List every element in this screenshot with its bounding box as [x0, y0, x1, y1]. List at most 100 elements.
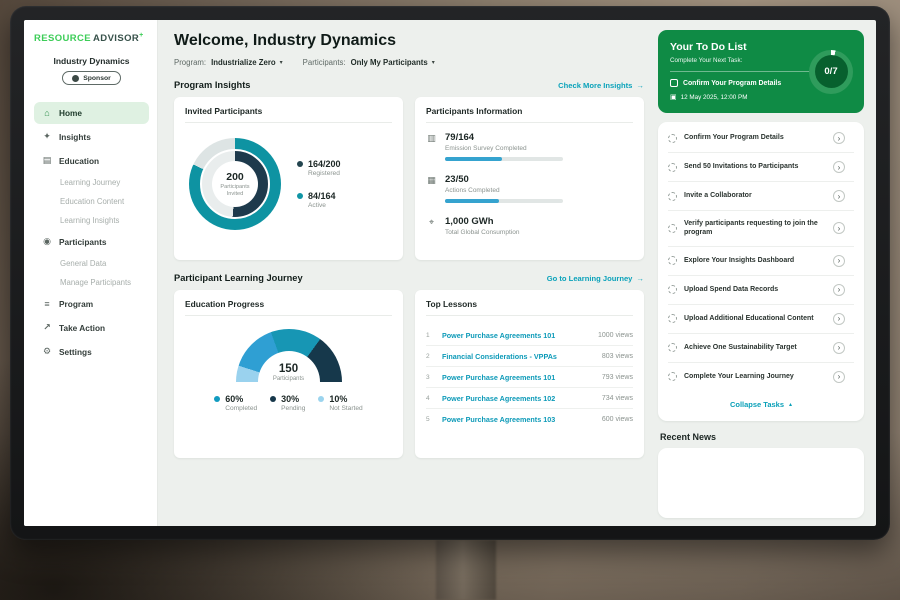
collapse-tasks-button[interactable]: Collapse Tasks ▴: [668, 391, 854, 419]
chevron-right-icon[interactable]: ›: [833, 284, 845, 296]
task-row-achieve-target[interactable]: Achieve One Sustainability Target ›: [668, 334, 854, 363]
sidebar-item-learning-insights[interactable]: Learning Insights: [34, 211, 149, 230]
lesson-link[interactable]: Power Purchase Agreements 102: [442, 394, 594, 403]
task-row-explore-insights[interactable]: Explore Your Insights Dashboard ›: [668, 247, 854, 276]
book-icon: ▤: [42, 155, 52, 166]
invited-participants-donut-chart: 200 Participants Invited: [189, 138, 281, 230]
chevron-right-icon[interactable]: ›: [833, 222, 845, 234]
completed-legend-dot: [214, 396, 220, 402]
lesson-row: 5 Power Purchase Agreements 103 600 view…: [426, 409, 633, 429]
donut-center-label: Participants Invited: [216, 184, 254, 198]
task-row-verify-participants[interactable]: Verify participants requesting to join t…: [668, 211, 854, 247]
sidebar-item-insights[interactable]: ✦ Insights: [34, 126, 149, 148]
task-label: Confirm Your Program Details: [684, 133, 826, 142]
todo-subtitle: Complete Your Next Task:: [670, 57, 818, 64]
sponsor-badge[interactable]: Sponsor: [62, 71, 121, 85]
next-task-due: 12 May 2025, 12:00 PM: [681, 94, 748, 101]
lesson-views: 803 views: [602, 353, 633, 360]
pending-label: Pending: [281, 405, 305, 412]
emission-survey-row: ▥ 79/164 Emission Survey Completed: [426, 132, 633, 161]
collapse-tasks-label: Collapse Tasks: [730, 400, 784, 409]
list-icon: ≡: [42, 299, 52, 309]
go-to-learning-journey-link[interactable]: Go to Learning Journey →: [547, 274, 644, 283]
task-row-complete-learning-journey[interactable]: Complete Your Learning Journey ›: [668, 363, 854, 391]
lesson-link[interactable]: Power Purchase Agreements 101: [442, 373, 594, 382]
lesson-link[interactable]: Power Purchase Agreements 101: [442, 331, 590, 340]
active-legend-item: 84/164 Active: [297, 191, 341, 209]
program-select-value: Industrialize Zero: [211, 58, 276, 67]
chevron-right-icon[interactable]: ›: [833, 190, 845, 202]
next-task-label: Confirm Your Program Details: [683, 80, 781, 87]
invited-participants-card: Invited Participants 200 Participants In…: [174, 97, 403, 260]
task-row-upload-educational-content[interactable]: Upload Additional Educational Content ›: [668, 305, 854, 334]
sidebar-item-label: Take Action: [59, 323, 105, 333]
page-title: Welcome, Industry Dynamics: [174, 32, 644, 50]
task-status-icon: [668, 314, 677, 323]
arrow-right-icon: →: [636, 81, 644, 90]
task-row-send-invitations[interactable]: Send 50 Invitations to Participants ›: [668, 153, 854, 182]
sidebar-item-take-action[interactable]: ↗ Take Action: [34, 317, 149, 339]
go-to-learning-journey-label: Go to Learning Journey: [547, 274, 633, 283]
chevron-right-icon[interactable]: ›: [833, 371, 845, 383]
chevron-right-icon[interactable]: ›: [833, 255, 845, 267]
task-row-confirm-program[interactable]: Confirm Your Program Details ›: [668, 124, 854, 153]
next-task-due-row: ▣ 12 May 2025, 12:00 PM: [670, 93, 818, 101]
monitor-stand: [436, 540, 496, 600]
sidebar-item-participants[interactable]: ◉ Participants: [34, 231, 149, 253]
chevron-right-icon[interactable]: ›: [833, 161, 845, 173]
todo-progress-value: 0/7: [815, 55, 848, 88]
participants-select-value: Only My Participants: [351, 58, 428, 67]
sidebar-item-home[interactable]: ⌂ Home: [34, 102, 149, 124]
program-select[interactable]: Industrialize Zero ▾: [211, 58, 283, 67]
chevron-right-icon[interactable]: ›: [833, 313, 845, 325]
content-area: Welcome, Industry Dynamics Program: Indu…: [158, 20, 876, 526]
education-progress-card: Education Progress 150 Participants: [174, 290, 403, 458]
emission-survey-label: Emission Survey Completed: [445, 145, 563, 152]
actions-completed-label: Actions Completed: [445, 187, 563, 194]
lesson-link[interactable]: Financial Considerations - VPPAs: [442, 352, 594, 361]
brand-advisor: ADVISOR: [93, 33, 139, 44]
task-status-icon: [668, 256, 677, 265]
sidebar-item-general-data[interactable]: General Data: [34, 254, 149, 273]
task-label: Achieve One Sustainability Target: [684, 343, 826, 352]
sidebar-item-education-content[interactable]: Education Content: [34, 192, 149, 211]
lesson-rank: 2: [426, 353, 434, 360]
lesson-views: 734 views: [602, 395, 633, 402]
sidebar-item-manage-participants[interactable]: Manage Participants: [34, 273, 149, 292]
top-lessons-card-title: Top Lessons: [426, 299, 633, 316]
lesson-link[interactable]: Power Purchase Agreements 103: [442, 415, 594, 424]
not-started-value: 10%: [329, 394, 362, 404]
participants-select[interactable]: Only My Participants ▾: [351, 58, 435, 67]
survey-icon: ▥: [426, 133, 437, 161]
actions-completed-row: ▦ 23/50 Actions Completed: [426, 174, 633, 203]
learning-journey-header: Participant Learning Journey Go to Learn…: [174, 273, 644, 283]
emission-survey-progress-bar: [445, 157, 563, 161]
next-task-checkbox[interactable]: [670, 79, 678, 87]
chevron-right-icon[interactable]: ›: [833, 132, 845, 144]
donut-legend: 164/200 Registered 84/164 Active: [297, 159, 341, 209]
gauge-center-value: 150: [279, 363, 298, 375]
sidebar-item-education[interactable]: ▤ Education: [34, 150, 149, 172]
screen: RESOURCEADVISOR+ Industry Dynamics Spons…: [24, 20, 876, 526]
sidebar-item-learning-journey[interactable]: Learning Journey: [34, 173, 149, 192]
completed-label: Completed: [225, 405, 257, 412]
participants-information-card: Participants Information ▥ 79/164 Emissi…: [415, 97, 644, 260]
donut-center: 200 Participants Invited: [212, 161, 258, 207]
sidebar-item-program[interactable]: ≡ Program: [34, 293, 149, 315]
learning-cards-row: Education Progress 150 Participants: [174, 290, 644, 458]
task-label: Explore Your Insights Dashboard: [684, 256, 826, 265]
sidebar-item-label: Program: [59, 299, 93, 309]
task-row-invite-collaborator[interactable]: Invite a Collaborator ›: [668, 182, 854, 211]
not-started-legend-dot: [318, 396, 324, 402]
next-task-row[interactable]: Confirm Your Program Details: [670, 71, 818, 87]
org-name: Industry Dynamics: [34, 56, 149, 66]
chevron-right-icon[interactable]: ›: [833, 342, 845, 354]
top-lessons-card: Top Lessons 1 Power Purchase Agreements …: [415, 290, 644, 458]
sidebar-item-settings[interactable]: ⚙ Settings: [34, 341, 149, 363]
sidebar-nav: ⌂ Home ✦ Insights ▤ Education Learning J…: [34, 101, 149, 364]
check-more-insights-link[interactable]: Check More Insights →: [558, 81, 644, 90]
task-row-upload-spend-data[interactable]: Upload Spend Data Records ›: [668, 276, 854, 305]
sidebar-item-label: Insights: [59, 132, 91, 142]
recent-news-title: Recent News: [660, 432, 862, 442]
program-insights-header: Program Insights Check More Insights →: [174, 80, 644, 90]
